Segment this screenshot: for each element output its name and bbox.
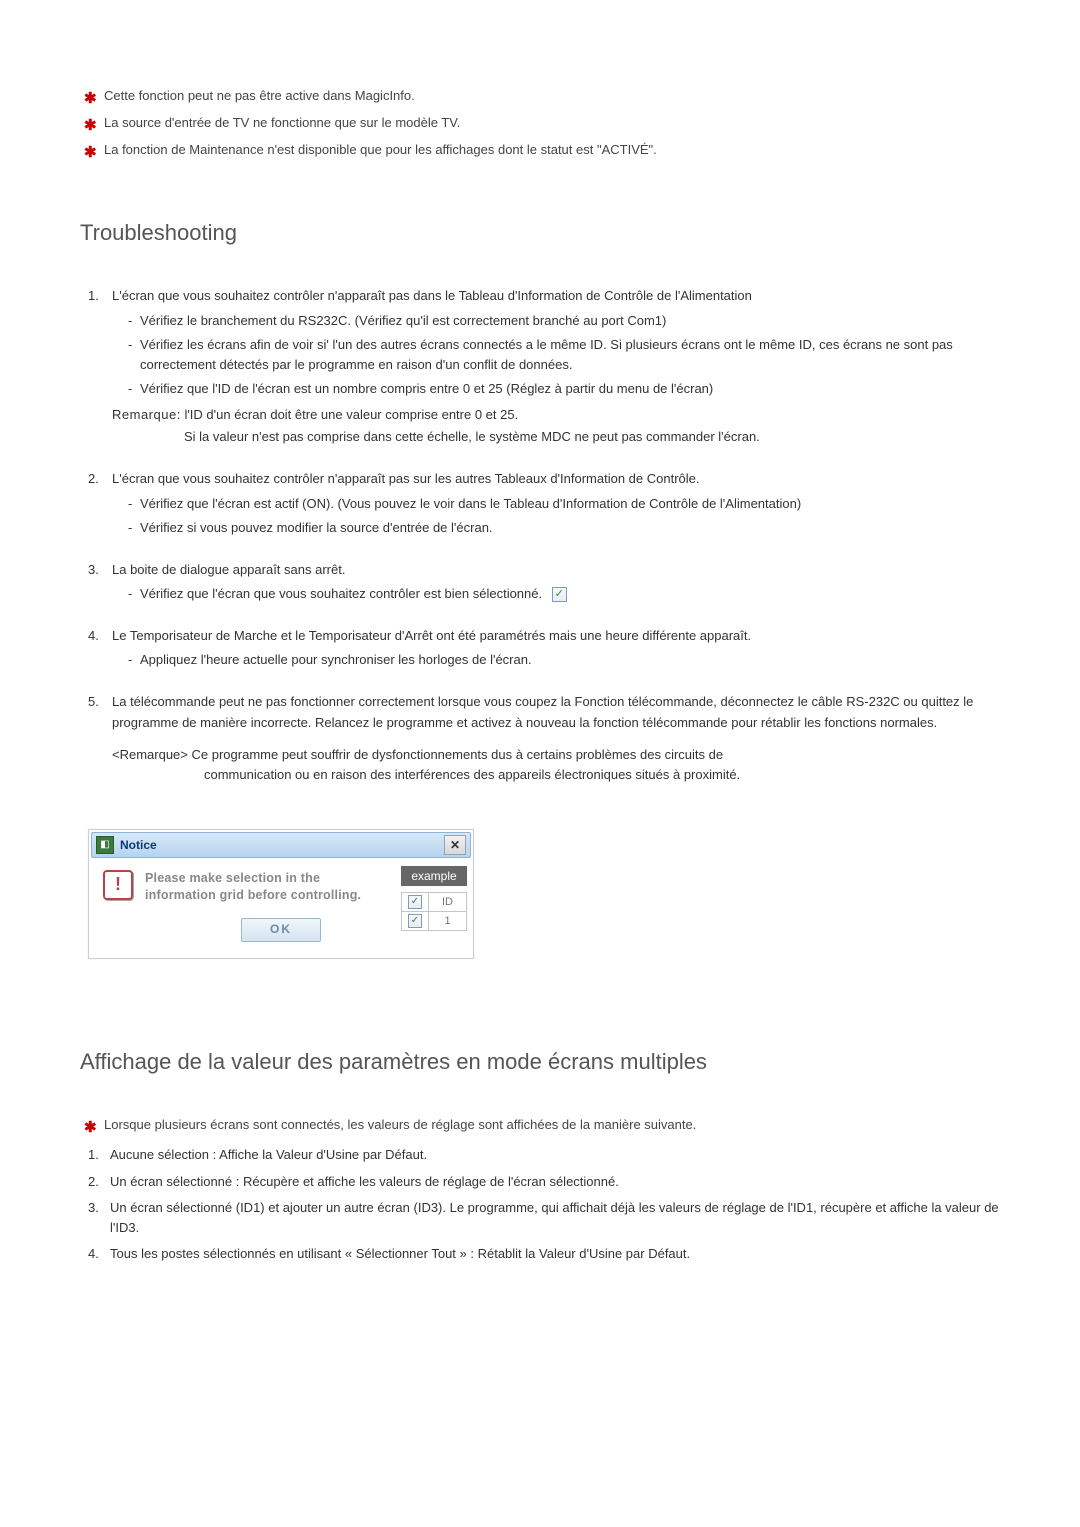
checkbox-icon[interactable]: ✓ [408,895,422,909]
list-item: 1. Aucune sélection : Affiche la Valeur … [80,1145,1000,1165]
sub-text: Vérifiez les écrans afin de voir si' l'u… [140,337,953,372]
sub-text: Appliquez l'heure actuelle pour synchron… [140,652,532,667]
table-header-cell: ID [429,892,467,911]
sub-item: -Vérifiez les écrans afin de voir si' l'… [128,335,1000,375]
star-icon: ✱ [84,87,97,111]
table-cell: ✓ [402,911,429,930]
item-text: Un écran sélectionné (ID1) et ajouter un… [110,1200,999,1235]
dash-icon: - [128,335,132,355]
remarque-cont: Si la valeur n'est pas comprise dans cet… [112,427,1000,447]
star-icon: ✱ [84,1116,97,1140]
sub-item: -Appliquez l'heure actuelle pour synchro… [128,650,1000,670]
remarque: Remarque: l'ID d'un écran doit être une … [112,405,1000,425]
notice-dialog: ◧ Notice ✕ ! Please make selection in th… [88,829,474,959]
sub-item: -Vérifiez que l'écran est actif (ON). (V… [128,494,1000,514]
item-text: Tous les postes sélectionnés en utilisan… [110,1246,690,1261]
checkbox-icon: ✓ [552,587,567,602]
alert-icon: ! [103,870,133,900]
list-item: 3. Un écran sélectionné (ID1) et ajouter… [80,1198,1000,1238]
sub-text: Vérifiez que l'écran est actif (ON). (Vo… [140,496,801,511]
sub-item: -Vérifiez le branchement du RS232C. (Vér… [128,311,1000,331]
dash-icon: - [128,379,132,399]
trouble-item: 4. Le Temporisateur de Marche et le Temp… [80,626,1000,670]
multiscreen-heading: Affichage de la valeur des paramètres en… [80,1049,1000,1075]
item-number: 2. [88,469,99,489]
item-text: La boite de dialogue apparaît sans arrêt… [112,562,345,577]
document-page: ✱ Cette fonction peut ne pas être active… [0,0,1080,1330]
star-icon: ✱ [84,141,97,165]
item-number: 1. [88,286,99,306]
item-number: 4. [88,626,99,646]
sub-text: Vérifiez que l'écran que vous souhaitez … [140,586,542,601]
remarque-text: l'ID d'un écran doit être une valeur com… [184,407,518,422]
item-text: Un écran sélectionné : Récupère et affic… [110,1174,619,1189]
star-icon: ✱ [84,114,97,138]
sub-item: - Vérifiez que l'écran que vous souhaite… [128,584,1000,604]
trouble-item: 2. L'écran que vous souhaitez contrôler … [80,469,1000,537]
ok-button[interactable]: OK [241,918,321,942]
table-row: ✓ ID [402,892,467,911]
close-icon[interactable]: ✕ [444,835,466,855]
item-number: 3. [88,1198,99,1218]
dash-icon: - [128,311,132,331]
item-number: 2. [88,1172,99,1192]
sub-list: -Vérifiez que l'écran est actif (ON). (V… [112,494,1000,538]
dash-icon: - [128,584,132,604]
item-text: Le Temporisateur de Marche et le Tempori… [112,628,751,643]
sub-item: -Vérifiez si vous pouvez modifier la sou… [128,518,1000,538]
dash-icon: - [128,494,132,514]
example-label: example [401,866,467,886]
remarque-block: <Remarque> Ce programme peut souffrir de… [112,745,1000,765]
note-text: Lorsque plusieurs écrans sont connectés,… [104,1117,696,1132]
item-text: Aucune sélection : Affiche la Valeur d'U… [110,1147,427,1162]
note-item: ✱ La fonction de Maintenance n'est dispo… [80,140,1000,161]
note-item: ✱ La source d'entrée de TV ne fonctionne… [80,113,1000,134]
top-notes-list: ✱ Cette fonction peut ne pas être active… [80,86,1000,160]
list-item: 4. Tous les postes sélectionnés en utili… [80,1244,1000,1264]
dash-icon: - [128,650,132,670]
item-text: La télécommande peut ne pas fonctionner … [112,694,973,729]
remarque-label: Remarque: [112,407,181,422]
note-text: Cette fonction peut ne pas être active d… [104,88,415,103]
item-number: 1. [88,1145,99,1165]
sub-list: -Vérifiez le branchement du RS232C. (Vér… [112,311,1000,400]
table-cell: ✓ [402,892,429,911]
example-panel: example ✓ ID ✓ 1 [401,866,467,931]
sub-text: Vérifiez le branchement du RS232C. (Véri… [140,313,666,328]
remarque-block-cont: communication ou en raison des interfére… [112,765,1000,785]
item-number: 5. [88,692,99,712]
note-item: ✱ Cette fonction peut ne pas être active… [80,86,1000,107]
note-item: ✱ Lorsque plusieurs écrans sont connecté… [80,1115,1000,1136]
list-item: 2. Un écran sélectionné : Récupère et af… [80,1172,1000,1192]
sub-text: Vérifiez que l'ID de l'écran est un nomb… [140,381,713,396]
trouble-item: 5. La télécommande peut ne pas fonctionn… [80,692,1000,785]
item-text: L'écran que vous souhaitez contrôler n'a… [112,471,700,486]
dialog-titlebar: ◧ Notice ✕ [91,832,471,858]
dialog-title: Notice [120,838,444,852]
troubleshooting-list: 1. L'écran que vous souhaitez contrôler … [80,286,1000,785]
dash-icon: - [128,518,132,538]
sub-text: Vérifiez si vous pouvez modifier la sour… [140,520,493,535]
example-table: ✓ ID ✓ 1 [401,892,467,931]
remarque-block-label: <Remarque> [112,747,188,762]
note-text: La source d'entrée de TV ne fonctionne q… [104,115,460,130]
note-text: La fonction de Maintenance n'est disponi… [104,142,657,157]
sub-list: -Appliquez l'heure actuelle pour synchro… [112,650,1000,670]
checkbox-icon[interactable]: ✓ [408,914,422,928]
table-row: ✓ 1 [402,911,467,930]
sub-list: - Vérifiez que l'écran que vous souhaite… [112,584,1000,604]
table-cell: 1 [429,911,467,930]
sub-item: -Vérifiez que l'ID de l'écran est un nom… [128,379,1000,399]
multiscreen-list: 1. Aucune sélection : Affiche la Valeur … [80,1145,1000,1264]
app-icon: ◧ [96,836,114,854]
item-number: 3. [88,560,99,580]
item-number: 4. [88,1244,99,1264]
item-text: L'écran que vous souhaitez contrôler n'a… [112,288,752,303]
remarque-block-text: Ce programme peut souffrir de dysfonctio… [192,747,724,762]
troubleshooting-heading: Troubleshooting [80,220,1000,246]
trouble-item: 3. La boite de dialogue apparaît sans ar… [80,560,1000,604]
trouble-item: 1. L'écran que vous souhaitez contrôler … [80,286,1000,447]
